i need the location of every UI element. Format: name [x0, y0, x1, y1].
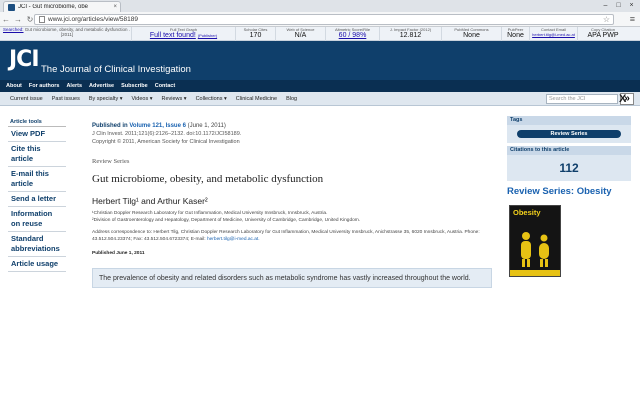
citation-line: J Clin Invest. 2011;121(6):2126–2132. do…	[92, 131, 242, 137]
back-arrow-icon[interactable]: ←	[0, 15, 12, 24]
abstract-box: The prevalence of obesity and related di…	[92, 268, 492, 288]
ext-contact-cell: Contact Email herbert.tilg@i-med.ac.at	[530, 27, 578, 41]
address-text: Address correspondence to: Herbert Tilg,…	[92, 230, 480, 242]
ext-impact-cell: J. Impact Factor (2012) 12.812	[380, 27, 442, 41]
ext-pubpeer-value[interactable]: None	[502, 32, 529, 40]
tags-header: Tags	[507, 116, 631, 125]
tool-view-pdf[interactable]: View PDF	[8, 127, 66, 142]
article-main: Published in Volume 121, Issue 6 (June 1…	[92, 122, 492, 256]
subnav-reviews[interactable]: Reviews ▾	[162, 96, 187, 102]
ext-copy-value[interactable]: APA PWP	[578, 32, 628, 40]
url-text: www.jci.org/articles/view/58189	[48, 16, 138, 23]
ext-contact-value[interactable]: herbert.tilg@i-med.ac.at	[530, 32, 577, 37]
citations-header: Citations to this article	[507, 146, 631, 155]
nav-contact[interactable]: Contact	[155, 83, 175, 89]
window-controls: – □ ×	[599, 0, 638, 11]
ext-searched-label[interactable]: Searched:	[3, 27, 24, 32]
tab-close-icon[interactable]: ×	[113, 4, 117, 10]
tags-body: Review Series	[507, 125, 631, 143]
correspondence-address: Address correspondence to: Herbert Tilg,…	[92, 230, 492, 243]
article-tools: Article tools View PDF Cite this article…	[8, 118, 66, 272]
nav-subscribe[interactable]: Subscribe	[121, 83, 148, 89]
tool-article-usage[interactable]: Article usage	[8, 257, 66, 272]
browser-menu-icon[interactable]: ≡	[630, 14, 635, 24]
obesity-cover-image[interactable]: Obesity	[509, 205, 561, 277]
nav-alerts[interactable]: Alerts	[66, 83, 82, 89]
ext-pmc-value[interactable]: None	[442, 32, 501, 40]
jci-top-nav: About For authors Alerts Advertise Subsc…	[0, 80, 640, 92]
ext-search-text: Gut microbiome, obesity, and metabolic d…	[24, 27, 130, 32]
ext-altmetric-cell: Altmetric Score/Rile 60 / 98%	[326, 27, 380, 41]
ext-wos-value[interactable]: N/A	[276, 32, 325, 40]
page-icon	[39, 16, 45, 23]
tool-reuse-info[interactable]: Information on reuse	[8, 207, 66, 232]
ext-altmetric-value[interactable]: 60 / 98%	[326, 32, 379, 40]
close-window-button[interactable]: ×	[625, 0, 638, 11]
subnav-by-specialty[interactable]: By specialty ▾	[89, 96, 123, 102]
cover-figures-image	[521, 232, 549, 267]
ext-copy-cell: Copy Citation APA PWP	[578, 27, 628, 41]
ext-wos-cell: Web of Science N/A	[276, 27, 326, 41]
published-in-label: Published in	[92, 123, 128, 129]
extension-bar: Searched: Gut microbiome, obesity, and m…	[0, 27, 640, 41]
subnav-videos[interactable]: Videos ▾	[131, 96, 152, 102]
article-tools-header: Article tools	[8, 118, 66, 127]
ext-fulltext-publisher[interactable]: (Publisher)	[198, 33, 217, 38]
tool-send-letter[interactable]: Send a letter	[8, 192, 66, 207]
jci-header: JCI The Journal of Clinical Investigatio…	[0, 41, 640, 80]
subnav-current-issue[interactable]: Current issue	[10, 96, 43, 102]
journal-name: The Journal of Clinical Investigation	[41, 64, 191, 75]
article-title: Gut microbiome, obesity, and metabolic d…	[92, 173, 324, 185]
citations-count[interactable]: 112	[507, 155, 631, 181]
browser-tab[interactable]: JCI - Gut microbiome, obe ×	[3, 1, 121, 12]
address-bar[interactable]: www.jci.org/articles/view/58189 ☆	[34, 14, 614, 25]
tool-cite-article[interactable]: Cite this article	[8, 142, 66, 167]
browser-tab-bar: JCI - Gut microbiome, obe × – □ ×	[0, 0, 640, 12]
nav-for-authors[interactable]: For authors	[29, 83, 60, 89]
issue-date: (June 1, 2011)	[187, 123, 226, 129]
subnav-collections[interactable]: Collections ▾	[196, 96, 227, 102]
cover-bar	[510, 270, 560, 276]
ext-scholar-value[interactable]: 170	[236, 32, 275, 40]
nav-advertise[interactable]: Advertise	[89, 83, 114, 89]
subnav-clinical-medicine[interactable]: Clinical Medicine	[236, 96, 277, 102]
author-email-link[interactable]: herbert.tilg@i-med.ac.at.	[207, 237, 260, 242]
jci-search-input[interactable]: Search the JCI	[546, 94, 618, 104]
ext-impact-value: 12.812	[399, 32, 422, 39]
ext-pmc-cell: PubMed Commons None	[442, 27, 502, 41]
review-series-title[interactable]: Review Series: Obesity	[507, 186, 631, 197]
authors: Herbert Tilg¹ and Arthur Kaser²	[92, 196, 208, 206]
tool-email-article[interactable]: E-mail this article	[8, 167, 66, 192]
subnav-past-issues[interactable]: Past issues	[52, 96, 80, 102]
nav-about[interactable]: About	[6, 83, 22, 89]
review-series-tag[interactable]: Review Series	[517, 130, 621, 138]
tool-abbreviations[interactable]: Standard abbreviations	[8, 232, 66, 257]
minimize-button[interactable]: –	[599, 0, 612, 11]
ext-scholar-cell: Scholar Cites 170	[236, 27, 276, 41]
maximize-button[interactable]: □	[612, 0, 625, 11]
ext-search-year: [2011]	[60, 32, 74, 37]
affiliation-2: ²Division of Gastroenterology and Hepato…	[92, 217, 361, 223]
ext-fulltext-link[interactable]: Full text found!	[150, 32, 196, 39]
publication-line: Published in Volume 121, Issue 6 (June 1…	[92, 122, 492, 130]
close-icon[interactable]: X	[619, 93, 626, 105]
jci-favicon-icon	[8, 3, 15, 11]
ext-search-cell: Searched: Gut microbiome, obesity, and m…	[0, 27, 132, 41]
series-label: Review Series	[92, 158, 130, 165]
jci-sub-nav: Current issue Past issues By specialty ▾…	[0, 92, 640, 106]
volume-issue-link[interactable]: Volume 121, Issue 6	[129, 123, 186, 129]
forward-arrow-icon[interactable]: →	[12, 15, 24, 24]
bookmark-star-icon[interactable]: ☆	[603, 15, 610, 25]
ext-fulltext-cell: Full Text Graph Full text found! (Publis…	[132, 27, 236, 41]
browser-toolbar: ← → ↻ www.jci.org/articles/view/58189 ☆	[0, 12, 640, 27]
copyright-line: Copyright © 2011, American Society for C…	[92, 139, 240, 145]
right-sidebar: Tags Review Series Citations to this art…	[507, 116, 631, 277]
tab-title: JCI - Gut microbiome, obe	[18, 4, 89, 10]
ext-pubpeer-cell: PubPeer None	[502, 27, 530, 41]
jci-logo[interactable]: JCI	[9, 47, 40, 72]
subnav-blog[interactable]: Blog	[286, 96, 297, 102]
published-date: Published June 1, 2011	[92, 251, 145, 256]
cover-title: Obesity	[513, 208, 541, 217]
